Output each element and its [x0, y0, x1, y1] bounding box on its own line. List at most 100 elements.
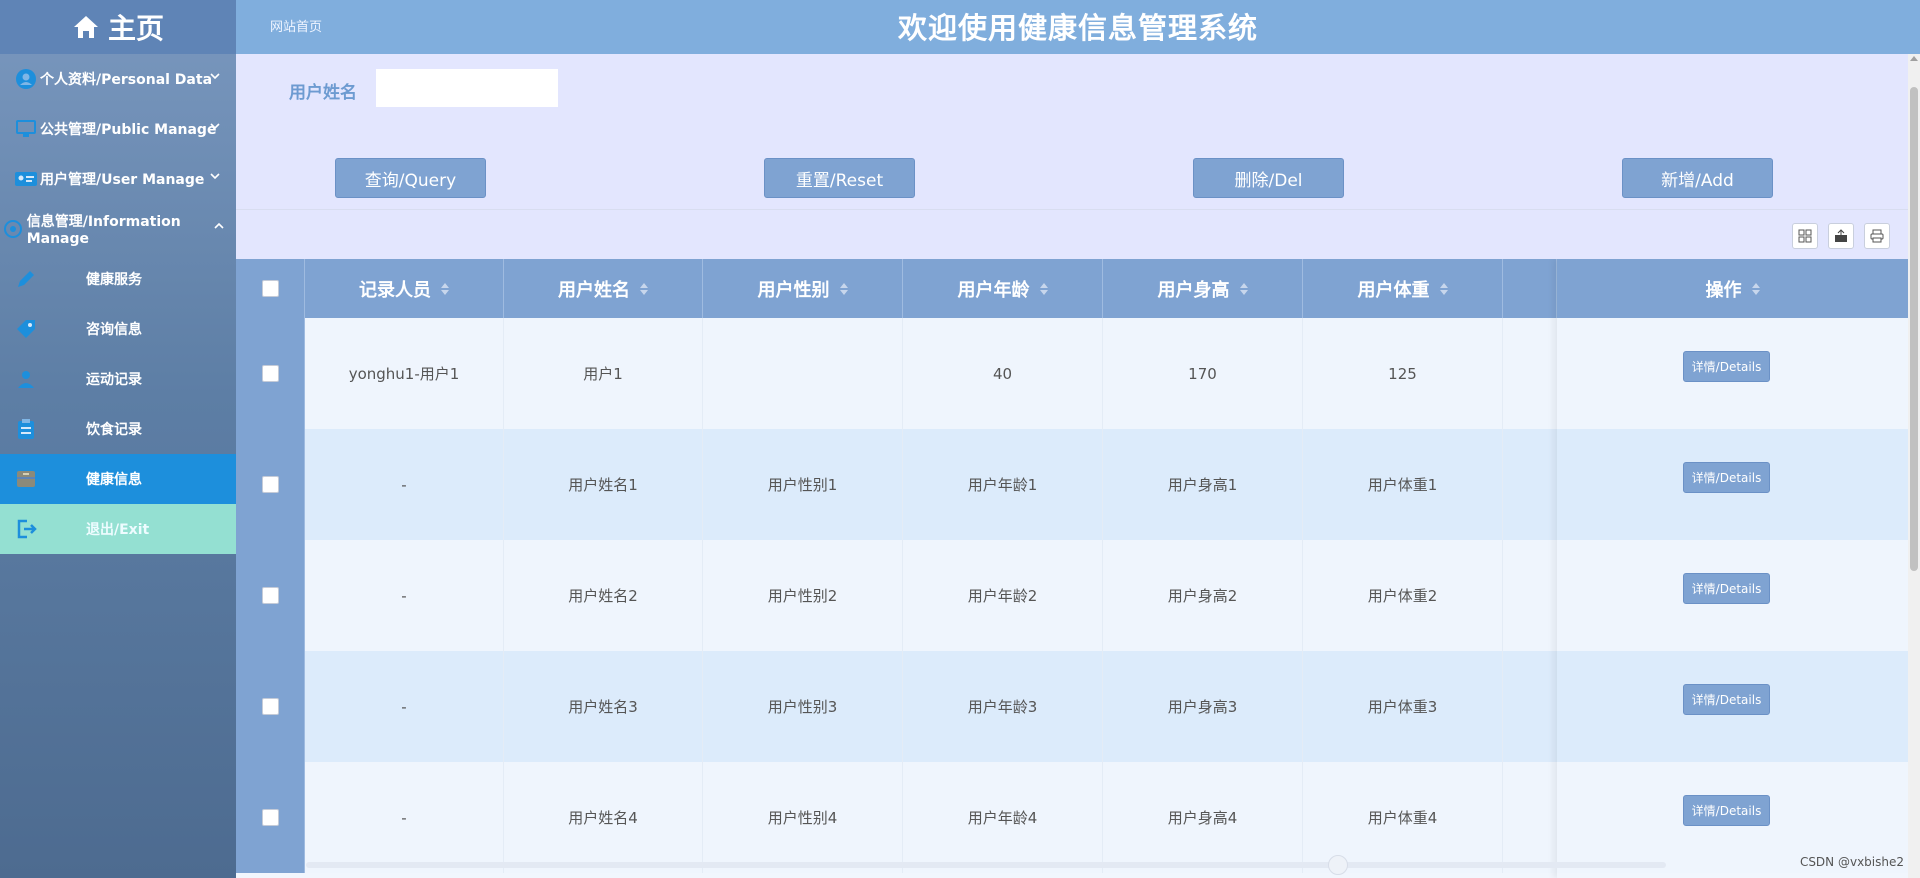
logout-icon — [14, 517, 38, 541]
sidebar-group-personal-data[interactable]: 个人资料/Personal Data — [0, 54, 236, 104]
query-button[interactable]: 查询/Query — [335, 158, 486, 198]
details-button[interactable]: 详情/Details — [1683, 462, 1770, 493]
table-cell: 用户姓名3 — [504, 651, 703, 762]
horizontal-scroll-handle[interactable] — [1328, 855, 1348, 875]
table-row[interactable]: - 用户姓名3 用户性别3 用户年龄3 用户身高3 用户体重3 详情/Details — [236, 651, 1908, 762]
chevron-down-icon — [210, 73, 220, 80]
table-row[interactable]: - 用户姓名1 用户性别1 用户年龄1 用户身高1 用户体重1 详情/Details — [236, 429, 1908, 540]
column-header-recorder[interactable]: 记录人员 — [305, 259, 504, 318]
export-icon — [1835, 229, 1847, 242]
table-cell: - — [305, 762, 504, 873]
details-button[interactable]: 详情/Details — [1683, 351, 1770, 382]
select-all-checkbox[interactable] — [261, 280, 279, 297]
export-button[interactable] — [1828, 223, 1854, 249]
column-header-actions[interactable]: 操作 — [1557, 259, 1908, 318]
details-button[interactable]: 详情/Details — [1683, 795, 1770, 826]
sort-icon — [441, 282, 449, 295]
grid-icon — [1798, 229, 1812, 243]
sort-icon — [1239, 282, 1248, 295]
sort-icon — [1751, 282, 1760, 295]
sidebar: 主页 个人资料/Personal Data 公共管理/Public Manage… — [0, 0, 236, 878]
table-cell: 用户性别1 — [703, 429, 903, 540]
gear-icon — [2, 217, 25, 241]
sidebar-item-health-info[interactable]: 健康信息 — [0, 454, 236, 504]
sidebar-item-label: 咨询信息 — [86, 322, 142, 338]
row-checkbox[interactable] — [261, 476, 279, 493]
id-card-icon — [14, 167, 38, 191]
search-panel: 用户姓名 查询/Query 重置/Reset 删除/Del 新增/Add — [236, 54, 1908, 209]
table-cell: - — [305, 651, 504, 762]
table-row[interactable]: - 用户姓名4 用户性别4 用户年龄4 用户身高4 用户体重4 详情/Details — [236, 762, 1908, 873]
sidebar-item-health-service[interactable]: 健康服务 — [0, 254, 236, 304]
column-header-username[interactable]: 用户姓名 — [504, 259, 703, 318]
data-table: 记录人员 用户姓名 用户性别 用户年龄 用户身高 用户体重 操作 yonghu1… — [236, 259, 1908, 878]
details-button[interactable]: 详情/Details — [1683, 573, 1770, 604]
username-label: 用户姓名 — [289, 83, 357, 103]
page-title: 欢迎使用健康信息管理系统 — [897, 11, 1258, 45]
horizontal-scrollbar[interactable] — [306, 862, 1666, 868]
table-cell: 170 — [1103, 318, 1303, 429]
sidebar-item-label: 健康服务 — [86, 272, 142, 288]
add-button[interactable]: 新增/Add — [1622, 158, 1773, 198]
table-cell: 用户姓名4 — [504, 762, 703, 873]
sidebar-group-label: 用户管理/User Manage — [40, 172, 205, 188]
row-select-cell — [236, 318, 305, 429]
table-cell: 用户性别4 — [703, 762, 903, 873]
printer-icon — [1870, 229, 1884, 243]
sidebar-item-label: 运动记录 — [86, 372, 142, 388]
details-button[interactable]: 详情/Details — [1683, 684, 1770, 715]
table-cell: 用户身高1 — [1103, 429, 1303, 540]
table-cell: 用户年龄1 — [903, 429, 1103, 540]
row-checkbox[interactable] — [261, 809, 279, 826]
username-search-input[interactable] — [376, 69, 558, 107]
column-header-weight[interactable]: 用户体重 — [1303, 259, 1503, 318]
column-header-hidden — [1503, 259, 1557, 318]
sidebar-item-label: 退出/Exit — [86, 522, 150, 538]
sidebar-item-label: 健康信息 — [86, 472, 142, 488]
table-cell: yonghu1-用户1 — [305, 318, 504, 429]
table-header: 记录人员 用户姓名 用户性别 用户年龄 用户身高 用户体重 操作 — [236, 259, 1908, 318]
users-icon — [14, 367, 38, 391]
print-button[interactable] — [1864, 223, 1890, 249]
row-select-cell — [236, 651, 305, 762]
sidebar-group-information-manage[interactable]: 信息管理/Information Manage — [0, 204, 236, 254]
row-checkbox[interactable] — [261, 365, 279, 382]
table-cell: 用户身高3 — [1103, 651, 1303, 762]
row-checkbox[interactable] — [261, 698, 279, 715]
table-cell: 用户年龄3 — [903, 651, 1103, 762]
sidebar-item-consult-info[interactable]: 咨询信息 — [0, 304, 236, 354]
sidebar-group-label: 个人资料/Personal Data — [40, 72, 213, 88]
table-cell: 用户姓名1 — [504, 429, 703, 540]
sidebar-group-label: 信息管理/Information Manage — [26, 214, 181, 247]
scroll-up-arrow-icon[interactable] — [1910, 56, 1918, 61]
table-cell — [703, 318, 903, 429]
row-select-cell — [236, 540, 305, 651]
column-header-gender[interactable]: 用户性别 — [703, 259, 903, 318]
table-toolbar — [236, 209, 1908, 259]
sort-icon — [839, 282, 848, 295]
header-select-cell — [236, 259, 305, 318]
table-cell: 用户身高4 — [1103, 762, 1303, 873]
monitor-icon — [14, 117, 38, 141]
tag-icon — [14, 317, 38, 341]
table-cell: - — [305, 540, 504, 651]
sidebar-item-label: 饮食记录 — [86, 422, 142, 438]
column-header-age[interactable]: 用户年龄 — [903, 259, 1103, 318]
sidebar-group-public-manage[interactable]: 公共管理/Public Manage — [0, 104, 236, 154]
sidebar-item-exit[interactable]: 退出/Exit — [0, 504, 236, 554]
column-header-height[interactable]: 用户身高 — [1103, 259, 1303, 318]
delete-button[interactable]: 删除/Del — [1193, 158, 1344, 198]
sidebar-group-user-manage[interactable]: 用户管理/User Manage — [0, 154, 236, 204]
row-checkbox[interactable] — [261, 587, 279, 604]
reset-button[interactable]: 重置/Reset — [764, 158, 915, 198]
vertical-scrollbar[interactable] — [1908, 54, 1920, 878]
table-cell: 用户体重1 — [1303, 429, 1503, 540]
sidebar-brand[interactable]: 主页 — [0, 0, 236, 54]
scrollbar-thumb[interactable] — [1910, 87, 1918, 571]
sort-icon — [1039, 282, 1048, 295]
columns-toggle-button[interactable] — [1792, 223, 1818, 249]
sidebar-item-diet-record[interactable]: 饮食记录 — [0, 404, 236, 454]
sidebar-item-exercise-record[interactable]: 运动记录 — [0, 354, 236, 404]
table-row[interactable]: yonghu1-用户1 用户1 40 170 125 详情/Details — [236, 318, 1908, 429]
table-row[interactable]: - 用户姓名2 用户性别2 用户年龄2 用户身高2 用户体重2 详情/Details — [236, 540, 1908, 651]
